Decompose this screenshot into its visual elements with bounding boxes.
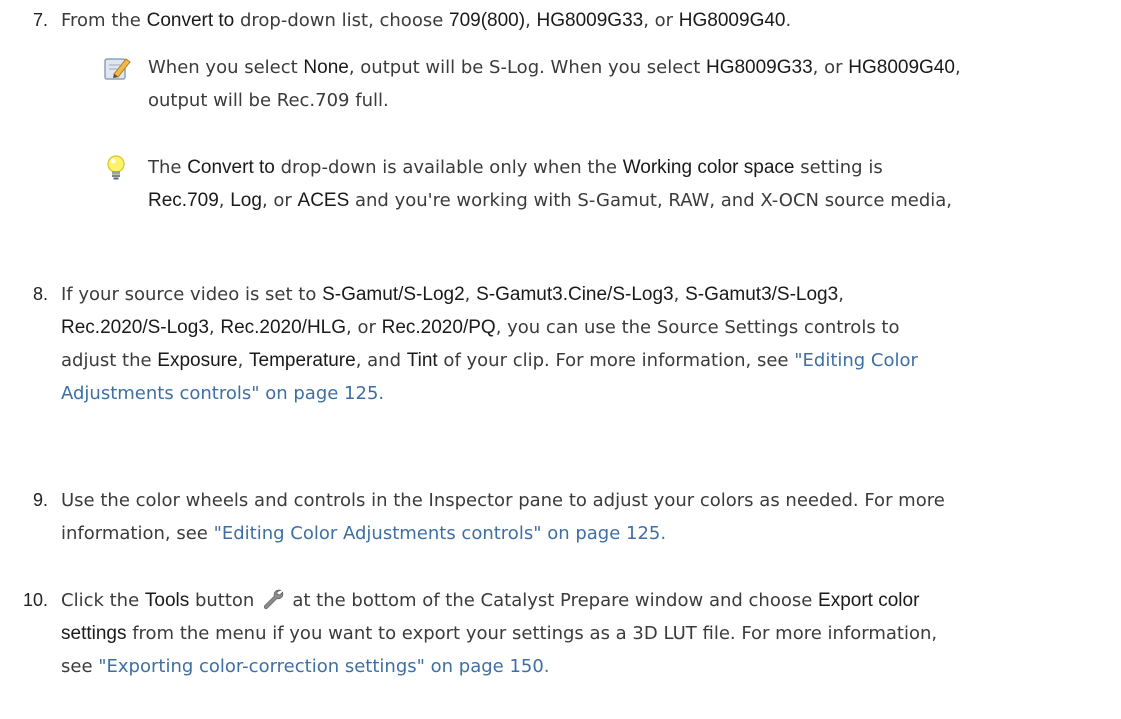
ui-term: Rec.2020/PQ: [381, 317, 496, 338]
ui-term: Exposure: [157, 350, 238, 371]
ui-term: Working color space: [622, 157, 795, 178]
ui-term: Tools: [144, 590, 190, 611]
step-number: 10.: [22, 590, 48, 610]
pencil-note-icon: [104, 58, 131, 80]
ui-term: Log: [230, 190, 262, 211]
ui-term: HG8009G33: [536, 10, 644, 31]
ui-term: Convert to: [146, 10, 235, 31]
ui-term: S-Gamut3/S-Log3: [685, 284, 839, 305]
step-text: Click the Tools button at the bottom of …: [61, 589, 938, 677]
ui-term: HG8009G40: [848, 57, 955, 78]
ui-term: S-Gamut3.Cine/S-Log3: [476, 284, 674, 305]
ui-term: HG8009G40: [678, 10, 786, 31]
editing-color-adjustments-link[interactable]: "Editing Color Adjustments controls" on …: [214, 523, 667, 544]
step-number: 9.: [32, 490, 48, 510]
ui-term: HG8009G33: [705, 57, 813, 78]
ui-term: Rec.2020/S-Log3: [61, 317, 209, 338]
note-text: When you select None, output will be S-L…: [148, 57, 961, 111]
editing-color-adjustments-link[interactable]: "Editing Color: [794, 350, 918, 371]
ui-term: Rec.709: [148, 190, 219, 211]
ui-term: Tint: [406, 350, 438, 371]
wrench-icon: [264, 589, 284, 610]
ui-term: settings: [61, 623, 127, 644]
ui-term: 709(800): [449, 10, 526, 31]
ui-term: None: [303, 57, 349, 78]
ui-term: ACES: [297, 190, 350, 211]
step-text: From the Convert to drop-down list, choo…: [61, 10, 792, 31]
step-number: 7.: [32, 10, 48, 30]
ui-term: Temperature: [249, 350, 356, 371]
ui-term: S-Gamut/S-Log2: [322, 284, 465, 305]
ui-term: Export color: [818, 590, 920, 611]
step-text: Use the color wheels and controls in the…: [61, 490, 945, 544]
step-number: 8.: [32, 284, 48, 304]
editing-color-adjustments-link-cont[interactable]: Adjustments controls" on page 125.: [61, 383, 384, 404]
ui-term: Rec.2020/HLG: [220, 317, 347, 338]
lightbulb-tip-icon: [107, 155, 125, 180]
help-page: 7. From the Convert to drop-down list, c…: [0, 0, 1121, 719]
tip-text: The Convert to drop-down is available on…: [148, 157, 952, 211]
exporting-color-correction-link[interactable]: "Exporting color-correction settings" on…: [98, 656, 549, 677]
ui-term: Convert to: [187, 157, 275, 178]
step-text: If your source video is set to S-Gamut/S…: [61, 284, 918, 404]
